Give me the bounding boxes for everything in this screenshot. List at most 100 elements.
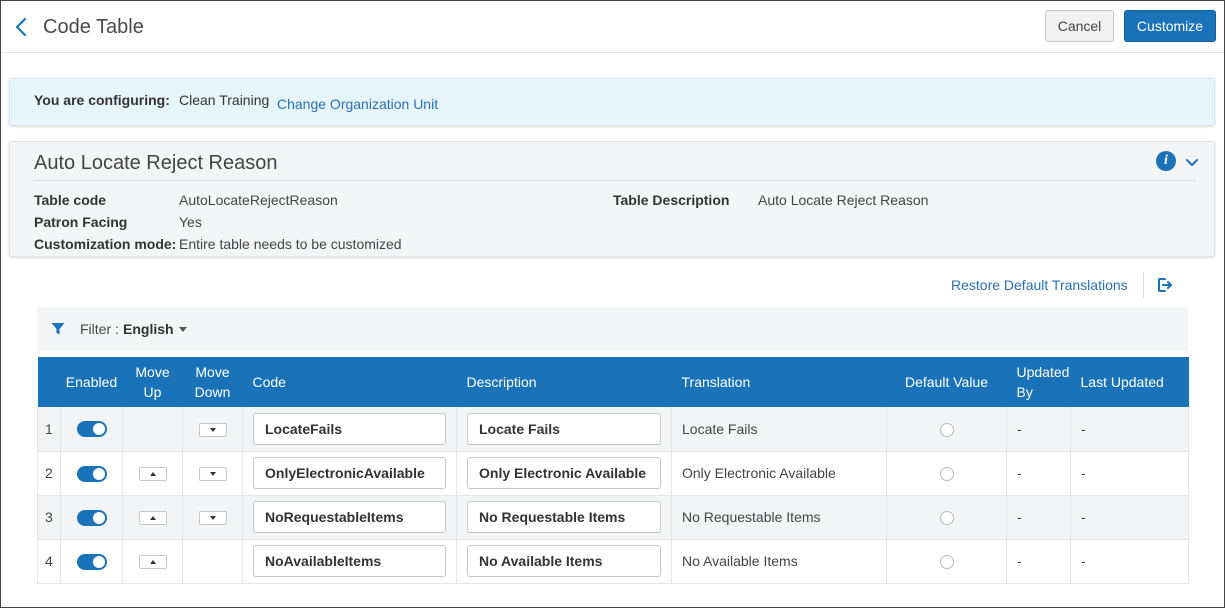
column-header-move-up: Move Up (122, 357, 183, 407)
description-input[interactable] (467, 545, 661, 577)
enabled-cell (60, 495, 123, 540)
updated-by-cell: - (1006, 451, 1071, 496)
code-table-info-panel: Auto Locate Reject Reason i Table code A… (9, 141, 1215, 257)
updated-by-cell: - (1006, 539, 1071, 584)
export-icon[interactable] (1156, 276, 1174, 294)
code-input[interactable] (253, 501, 446, 533)
move-down-cell (182, 539, 243, 584)
column-header-default-value[interactable]: Default Value (886, 357, 1007, 407)
configuring-label: You are configuring: (34, 92, 170, 108)
cancel-button[interactable]: Cancel (1045, 10, 1114, 42)
default-value-cell (886, 495, 1007, 540)
translation-cell: No Requestable Items (671, 495, 887, 540)
description-input[interactable] (467, 457, 661, 489)
table-row: 3 No Requestable Items - - (37, 495, 1189, 540)
table-code-value: AutoLocateRejectReason (179, 192, 338, 208)
enabled-cell (60, 451, 123, 496)
move-up-cell (122, 495, 183, 540)
last-updated-cell: - (1070, 407, 1189, 452)
code-input[interactable] (253, 457, 446, 489)
column-header-enabled[interactable]: Enabled (60, 357, 123, 407)
translation-cell: Only Electronic Available (671, 451, 887, 496)
updated-by-cell: - (1006, 407, 1071, 452)
row-number: 3 (37, 495, 61, 540)
code-cell (242, 407, 457, 452)
default-value-cell (886, 451, 1007, 496)
code-input[interactable] (253, 412, 446, 445)
move-down-button[interactable] (198, 511, 227, 526)
info-divider (34, 180, 1196, 181)
organization-unit-name: Clean Training (179, 92, 270, 108)
column-header-move-down: Move Down (182, 357, 243, 407)
default-value-cell (886, 539, 1007, 584)
table-code-label: Table code (34, 192, 107, 208)
customize-button[interactable]: Customize (1124, 10, 1216, 42)
last-updated-cell: - (1070, 539, 1189, 584)
column-header-description[interactable]: Description (456, 357, 672, 407)
code-table-title: Auto Locate Reject Reason (34, 152, 278, 174)
move-down-cell (182, 495, 243, 540)
table-header-row: Enabled Move Up Move Down Code Descripti… (37, 357, 1189, 407)
code-cell (242, 451, 457, 496)
enabled-cell (60, 407, 123, 452)
description-cell (456, 539, 672, 584)
toolbar-divider (1143, 272, 1144, 298)
enabled-toggle[interactable] (76, 509, 107, 526)
column-header-last-updated[interactable]: Last Updated (1070, 357, 1189, 407)
code-table-grid: Enabled Move Up Move Down Code Descripti… (37, 357, 1189, 584)
move-up-button[interactable] (138, 511, 167, 526)
move-up-button[interactable] (138, 467, 167, 482)
caret-down-icon[interactable] (179, 327, 187, 332)
move-down-cell (182, 407, 243, 452)
table-row: 2 Only Electronic Available - - (37, 451, 1189, 496)
description-input[interactable] (467, 412, 661, 445)
translation-cell: Locate Fails (671, 407, 887, 452)
restore-default-translations-link[interactable]: Restore Default Translations (951, 277, 1128, 293)
enabled-toggle[interactable] (76, 465, 107, 482)
column-header-updated-by[interactable]: Updated By (1006, 357, 1071, 407)
default-value-radio[interactable] (939, 467, 954, 482)
change-organization-unit-link[interactable]: Change Organization Unit (277, 96, 438, 112)
move-down-button[interactable] (198, 422, 227, 437)
table-row: 4 No Available Items - - (37, 539, 1189, 584)
move-up-cell (122, 539, 183, 584)
filter-bar: Filter : English (37, 307, 1188, 351)
configuring-banner: You are configuring: Clean Training Chan… (9, 78, 1215, 126)
column-header-code[interactable]: Code (242, 357, 457, 407)
customization-mode-label: Customization mode: (34, 236, 177, 252)
move-up-button[interactable] (138, 555, 167, 570)
page-header: Code Table Cancel Customize (1, 1, 1224, 53)
default-value-radio[interactable] (939, 422, 954, 437)
last-updated-cell: - (1070, 451, 1189, 496)
filter-label: Filter : (80, 321, 119, 337)
back-button[interactable] (11, 15, 31, 39)
last-updated-cell: - (1070, 495, 1189, 540)
enabled-toggle[interactable] (76, 421, 107, 438)
description-cell (456, 495, 672, 540)
enabled-cell (60, 539, 123, 584)
move-down-button[interactable] (198, 467, 227, 482)
updated-by-cell: - (1006, 495, 1071, 540)
filter-icon[interactable] (51, 322, 65, 336)
code-cell (242, 495, 457, 540)
customization-mode-value: Entire table needs to be customized (179, 236, 402, 252)
language-filter-dropdown[interactable]: English (123, 321, 174, 337)
default-value-radio[interactable] (939, 511, 954, 526)
description-input[interactable] (467, 501, 661, 533)
description-cell (456, 407, 672, 452)
info-icon[interactable]: i (1156, 151, 1176, 171)
default-value-radio[interactable] (939, 555, 954, 570)
table-row: 1 Locate Fails - - (37, 407, 1189, 452)
row-number: 4 (37, 539, 61, 584)
chevron-down-icon[interactable] (1184, 154, 1200, 170)
enabled-toggle[interactable] (76, 553, 107, 570)
column-header-translation[interactable]: Translation (671, 357, 887, 407)
translation-cell: No Available Items (671, 539, 887, 584)
row-number: 2 (37, 451, 61, 496)
code-input[interactable] (253, 545, 446, 577)
chevron-left-icon (15, 17, 27, 37)
move-up-cell (122, 407, 183, 452)
description-cell (456, 451, 672, 496)
column-header-number (37, 357, 61, 407)
move-up-cell (122, 451, 183, 496)
